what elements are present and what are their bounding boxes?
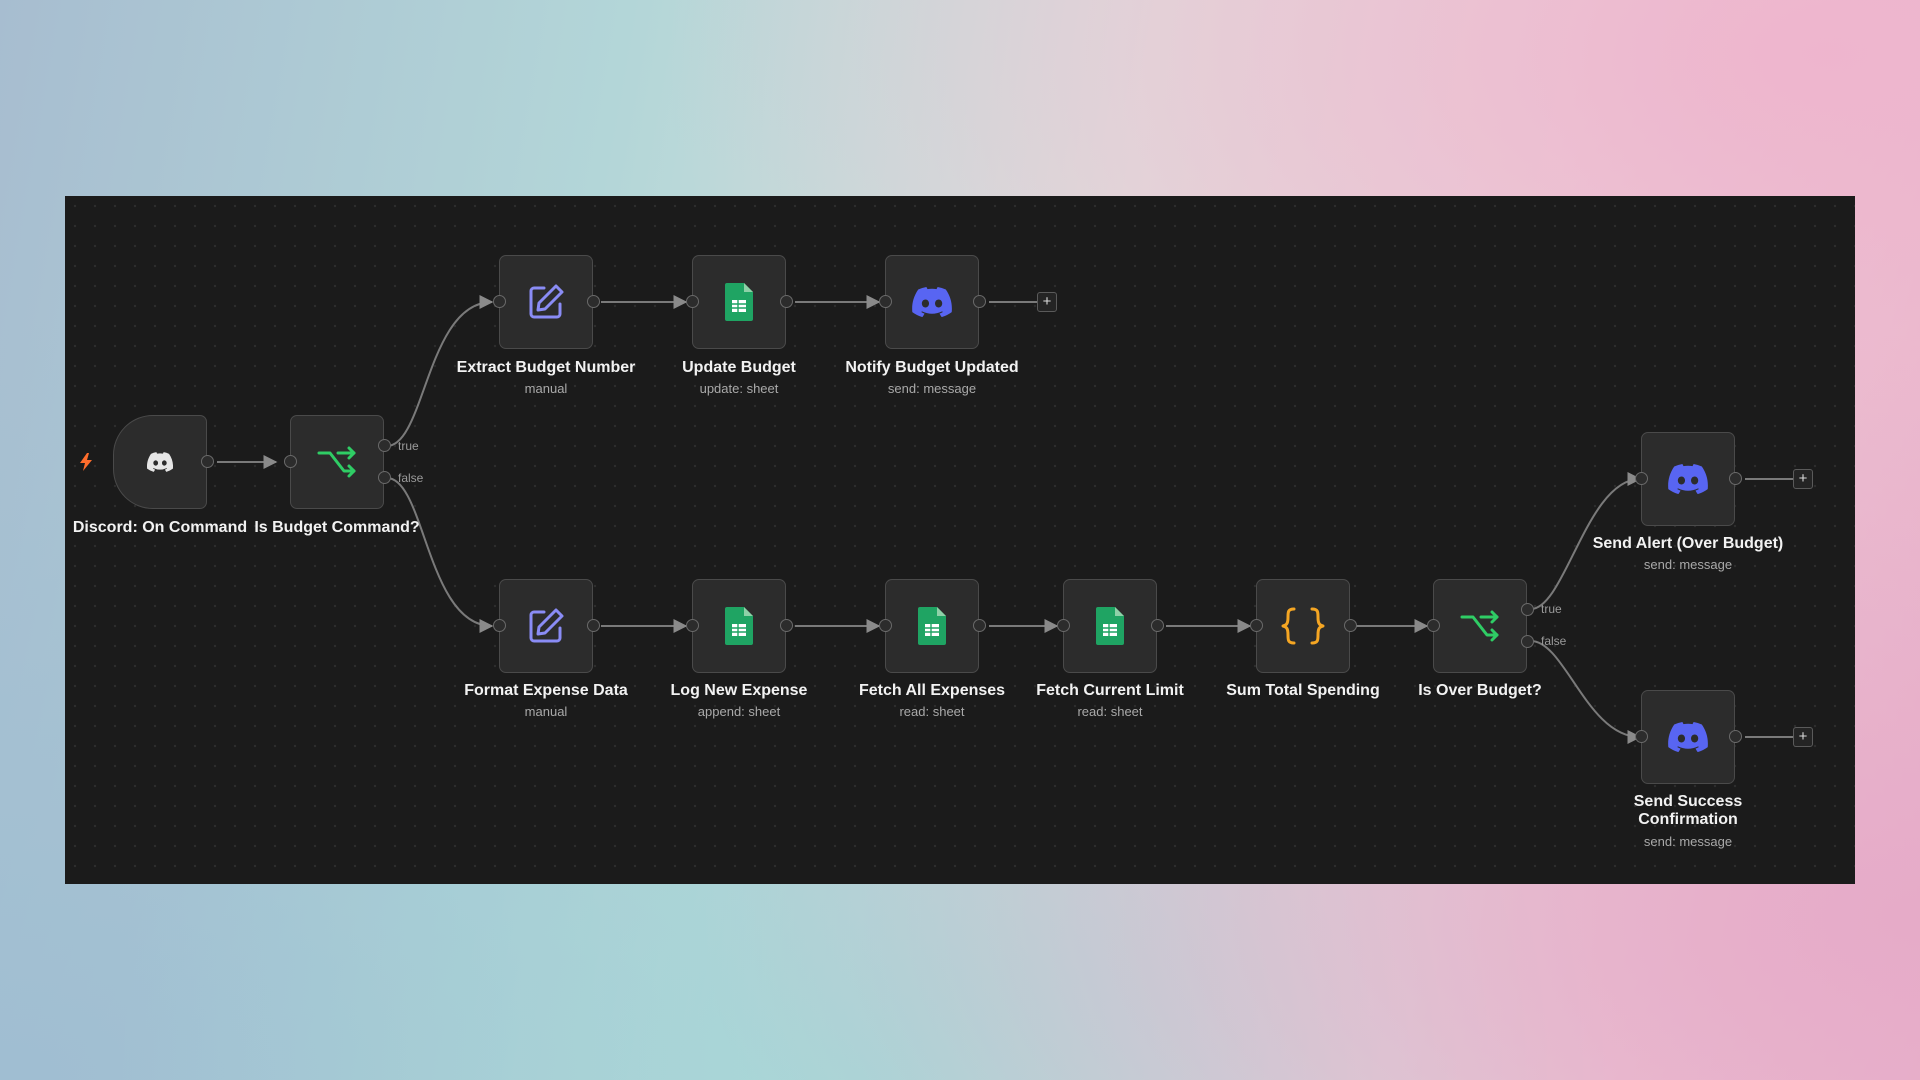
node-fetch-all-expenses[interactable] — [879, 579, 986, 673]
node-label: Send Alert (Over Budget) send: message — [1588, 535, 1788, 573]
node-title: Is Budget Command? — [254, 519, 420, 536]
node-title: Fetch All Expenses — [858, 682, 1006, 699]
node-format-expense-data[interactable] — [493, 579, 600, 673]
node-title: Notify Budget Updated — [845, 359, 1019, 376]
node-notify-budget-updated[interactable] — [879, 255, 986, 349]
add-node-button[interactable]: + — [1037, 292, 1057, 312]
node-label: Extract Budget Number manual — [446, 359, 646, 397]
input-handle[interactable] — [879, 295, 892, 308]
node-title: Discord: On Command — [72, 519, 248, 536]
node-label: Fetch Current Limit read: sheet — [1010, 682, 1210, 720]
discord-icon — [147, 452, 173, 472]
input-handle[interactable] — [1635, 730, 1648, 743]
output-handle-true[interactable] — [1521, 603, 1534, 616]
node-subtitle: send: message — [887, 381, 977, 397]
node-title: Format Expense Data — [464, 682, 628, 699]
output-handle-true[interactable] — [378, 439, 391, 452]
output-handle[interactable] — [1729, 472, 1742, 485]
google-sheets-icon — [1096, 607, 1124, 645]
code-braces-icon — [1281, 606, 1325, 646]
input-handle[interactable] — [1635, 472, 1648, 485]
node-subtitle: manual — [524, 381, 568, 397]
node-send-alert[interactable] — [1635, 432, 1742, 526]
node-title: Extract Budget Number — [456, 359, 636, 376]
node-label: Is Over Budget? — [1380, 682, 1580, 700]
node-label: Sum Total Spending — [1203, 682, 1403, 700]
edit-pencil-icon — [526, 606, 566, 646]
output-handle[interactable] — [587, 619, 600, 632]
input-handle[interactable] — [686, 619, 699, 632]
output-handle[interactable] — [587, 295, 600, 308]
node-label: Fetch All Expenses read: sheet — [832, 682, 1032, 720]
node-label: Is Budget Command? — [237, 519, 437, 537]
branch-label-false: false — [398, 471, 424, 485]
branch-label-true: true — [398, 439, 419, 453]
node-is-over-budget[interactable] — [1427, 579, 1534, 673]
output-handle[interactable] — [780, 619, 793, 632]
node-subtitle: send: message — [1643, 557, 1733, 573]
output-handle[interactable] — [1729, 730, 1742, 743]
node-subtitle: append: sheet — [697, 704, 781, 720]
node-extract-budget-number[interactable] — [493, 255, 600, 349]
node-title: Send Success Confirmation — [1633, 793, 1743, 829]
output-handle[interactable] — [201, 455, 214, 468]
branch-label-true: true — [1541, 602, 1562, 616]
output-handle-false[interactable] — [1521, 635, 1534, 648]
google-sheets-icon — [725, 283, 753, 321]
node-sum-total-spending[interactable] — [1250, 579, 1357, 673]
node-is-budget-command[interactable] — [284, 415, 391, 509]
node-send-success-confirmation[interactable] — [1635, 690, 1742, 784]
connection — [386, 477, 494, 633]
output-handle[interactable] — [973, 619, 986, 632]
node-subtitle: read: sheet — [1077, 704, 1143, 720]
node-subtitle: manual — [524, 704, 568, 720]
add-node-button[interactable]: + — [1793, 469, 1813, 489]
node-subtitle: update: sheet — [699, 381, 779, 397]
input-handle[interactable] — [493, 619, 506, 632]
output-handle-false[interactable] — [378, 471, 391, 484]
trigger-bolt-icon — [80, 453, 92, 471]
node-label: Send Success Confirmation send: message — [1613, 793, 1763, 850]
input-handle[interactable] — [686, 295, 699, 308]
branch-label-false: false — [1541, 634, 1567, 648]
output-handle[interactable] — [1151, 619, 1164, 632]
workflow-canvas[interactable]: Discord: On Command true false Is Budget… — [65, 196, 1855, 884]
discord-icon — [1668, 464, 1708, 494]
node-label: Discord: On Command — [65, 519, 260, 537]
node-fetch-current-limit[interactable] — [1057, 579, 1164, 673]
input-handle[interactable] — [879, 619, 892, 632]
node-label: Format Expense Data manual — [446, 682, 646, 720]
node-update-budget[interactable] — [686, 255, 793, 349]
discord-icon — [912, 287, 952, 317]
node-discord-on-command[interactable] — [113, 415, 214, 509]
input-handle[interactable] — [493, 295, 506, 308]
node-title: Fetch Current Limit — [1036, 682, 1184, 699]
node-title: Update Budget — [682, 359, 796, 376]
node-subtitle: send: message — [1643, 833, 1733, 849]
node-title: Send Alert (Over Budget) — [1592, 535, 1784, 552]
node-log-new-expense[interactable] — [686, 579, 793, 673]
node-title: Sum Total Spending — [1226, 682, 1380, 699]
if-branch-icon — [1459, 605, 1501, 647]
node-title: Log New Expense — [670, 682, 808, 699]
if-branch-icon — [316, 441, 358, 483]
input-handle[interactable] — [1057, 619, 1070, 632]
node-subtitle: read: sheet — [899, 704, 965, 720]
output-handle[interactable] — [780, 295, 793, 308]
edit-pencil-icon — [526, 282, 566, 322]
node-label: Update Budget update: sheet — [639, 359, 839, 397]
add-node-button[interactable]: + — [1793, 727, 1813, 747]
output-handle[interactable] — [1344, 619, 1357, 632]
output-handle[interactable] — [973, 295, 986, 308]
node-label: Notify Budget Updated send: message — [832, 359, 1032, 397]
node-label: Log New Expense append: sheet — [639, 682, 839, 720]
input-handle[interactable] — [1250, 619, 1263, 632]
input-handle[interactable] — [284, 455, 297, 468]
node-title: Is Over Budget? — [1418, 682, 1542, 699]
google-sheets-icon — [725, 607, 753, 645]
discord-icon — [1668, 722, 1708, 752]
google-sheets-icon — [918, 607, 946, 645]
input-handle[interactable] — [1427, 619, 1440, 632]
